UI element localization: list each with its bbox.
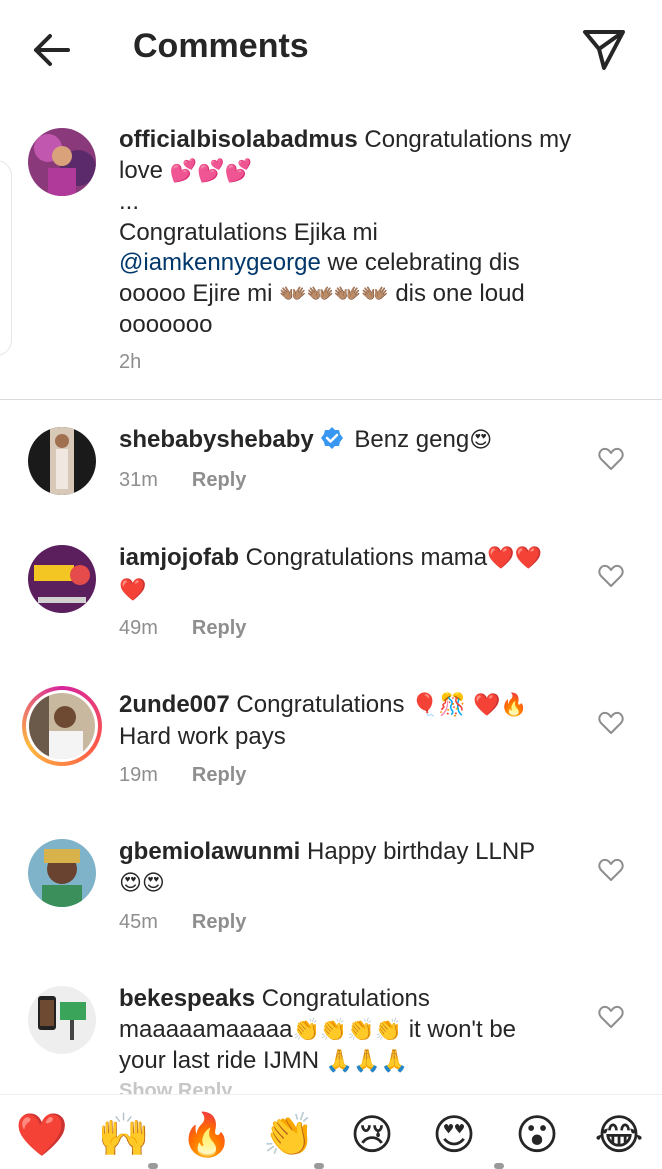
caption-username[interactable]: officialbisolabadmus: [119, 126, 358, 153]
comment-text: 2unde007 Congratulations 🎈🎊 ❤️🔥 Hard wor…: [119, 691, 528, 750]
comment-time: 49m: [119, 617, 158, 639]
comment-username[interactable]: 2unde007: [119, 691, 230, 718]
avatar[interactable]: [29, 693, 95, 759]
caption-time: 2h: [119, 351, 142, 373]
nav-handle: [148, 1163, 158, 1169]
emoji-surprised-button[interactable]: 😮: [502, 1105, 572, 1165]
like-heart-icon[interactable]: [598, 564, 624, 588]
comment-text: bekespeaks Congratulations maaaaamaaaaa👏…: [119, 985, 517, 1074]
heart-eyes-emoji: 😍: [469, 428, 493, 453]
reply-button[interactable]: Reply: [192, 764, 246, 786]
reply-button[interactable]: Reply: [192, 469, 246, 491]
like-heart-icon[interactable]: [598, 711, 624, 735]
like-heart-icon[interactable]: [598, 1005, 624, 1029]
praying-hands-emoji: 🙏🙏🙏: [325, 1049, 408, 1074]
heart-eyes-emoji: 😍😍: [119, 870, 165, 896]
like-heart-icon[interactable]: [598, 858, 624, 882]
comment-text: gbemiolawunmi Happy birthday LLNP 😍😍: [119, 838, 536, 896]
emoji-crying-button[interactable]: 😢: [337, 1105, 407, 1165]
comment-username[interactable]: bekespeaks: [119, 985, 255, 1012]
celebration-emoji: 🎈🎊 ❤️🔥: [411, 693, 528, 718]
emoji-laughing-button[interactable]: 😂: [584, 1105, 654, 1165]
avatar[interactable]: [28, 427, 96, 495]
send-icon[interactable]: [580, 26, 628, 72]
comment-time: 31m: [119, 469, 158, 491]
nav-handle: [314, 1163, 324, 1169]
comment-text: iamjojofab Congratulations mama❤️❤️ ❤️: [119, 544, 542, 603]
story-ring[interactable]: [22, 686, 102, 766]
hearts-emoji: 💕💕💕: [169, 158, 252, 184]
avatar[interactable]: [28, 545, 96, 613]
mention-link[interactable]: @iamkennygeorge: [119, 249, 321, 276]
reply-button[interactable]: Reply: [192, 617, 246, 639]
comment-time: 19m: [119, 764, 158, 786]
emoji-raised-hands-button[interactable]: 🙌: [89, 1105, 159, 1165]
emoji-quick-bar: ❤️ 🙌 🔥 👏 😢 😍 😮 😂: [0, 1094, 662, 1169]
emoji-heart-button[interactable]: ❤️: [7, 1105, 77, 1165]
emoji-heart-eyes-button[interactable]: 😍: [419, 1105, 489, 1165]
reply-button[interactable]: Reply: [192, 911, 246, 933]
open-hands-emoji: 👐🏽👐🏽👐🏽👐🏽: [279, 281, 389, 307]
clapping-hands-emoji: 👏👏👏👏: [292, 1017, 403, 1043]
back-arrow-icon[interactable]: [28, 28, 76, 72]
avatar[interactable]: [28, 839, 96, 907]
caption-text: officialbisolabadmus Congratulations my …: [119, 126, 572, 338]
page-title: Comments: [133, 27, 309, 65]
comment-text: shebabyshebaby Benz geng😍: [119, 426, 493, 453]
nav-handle: [494, 1163, 504, 1169]
red-heart-emoji: ❤️: [119, 577, 147, 603]
comment-username[interactable]: iamjojofab: [119, 544, 239, 571]
comment-username[interactable]: gbemiolawunmi: [119, 838, 300, 865]
comment-meta: 19m Reply: [119, 764, 246, 787]
emoji-fire-button[interactable]: 🔥: [172, 1105, 242, 1165]
verified-badge-icon: [320, 427, 343, 449]
header: Comments: [0, 0, 662, 98]
red-heart-emoji: ❤️❤️: [487, 546, 542, 571]
comment-meta: 31m Reply: [119, 469, 246, 492]
comment-username[interactable]: shebabyshebaby: [119, 426, 314, 453]
like-heart-icon[interactable]: [598, 447, 624, 471]
avatar[interactable]: [28, 986, 96, 1054]
comment-meta: 45m Reply: [119, 911, 246, 934]
comment-time: 45m: [119, 911, 158, 933]
comment-meta: 49m Reply: [119, 617, 246, 640]
avatar[interactable]: [28, 128, 96, 196]
emoji-clap-button[interactable]: 👏: [254, 1105, 324, 1165]
